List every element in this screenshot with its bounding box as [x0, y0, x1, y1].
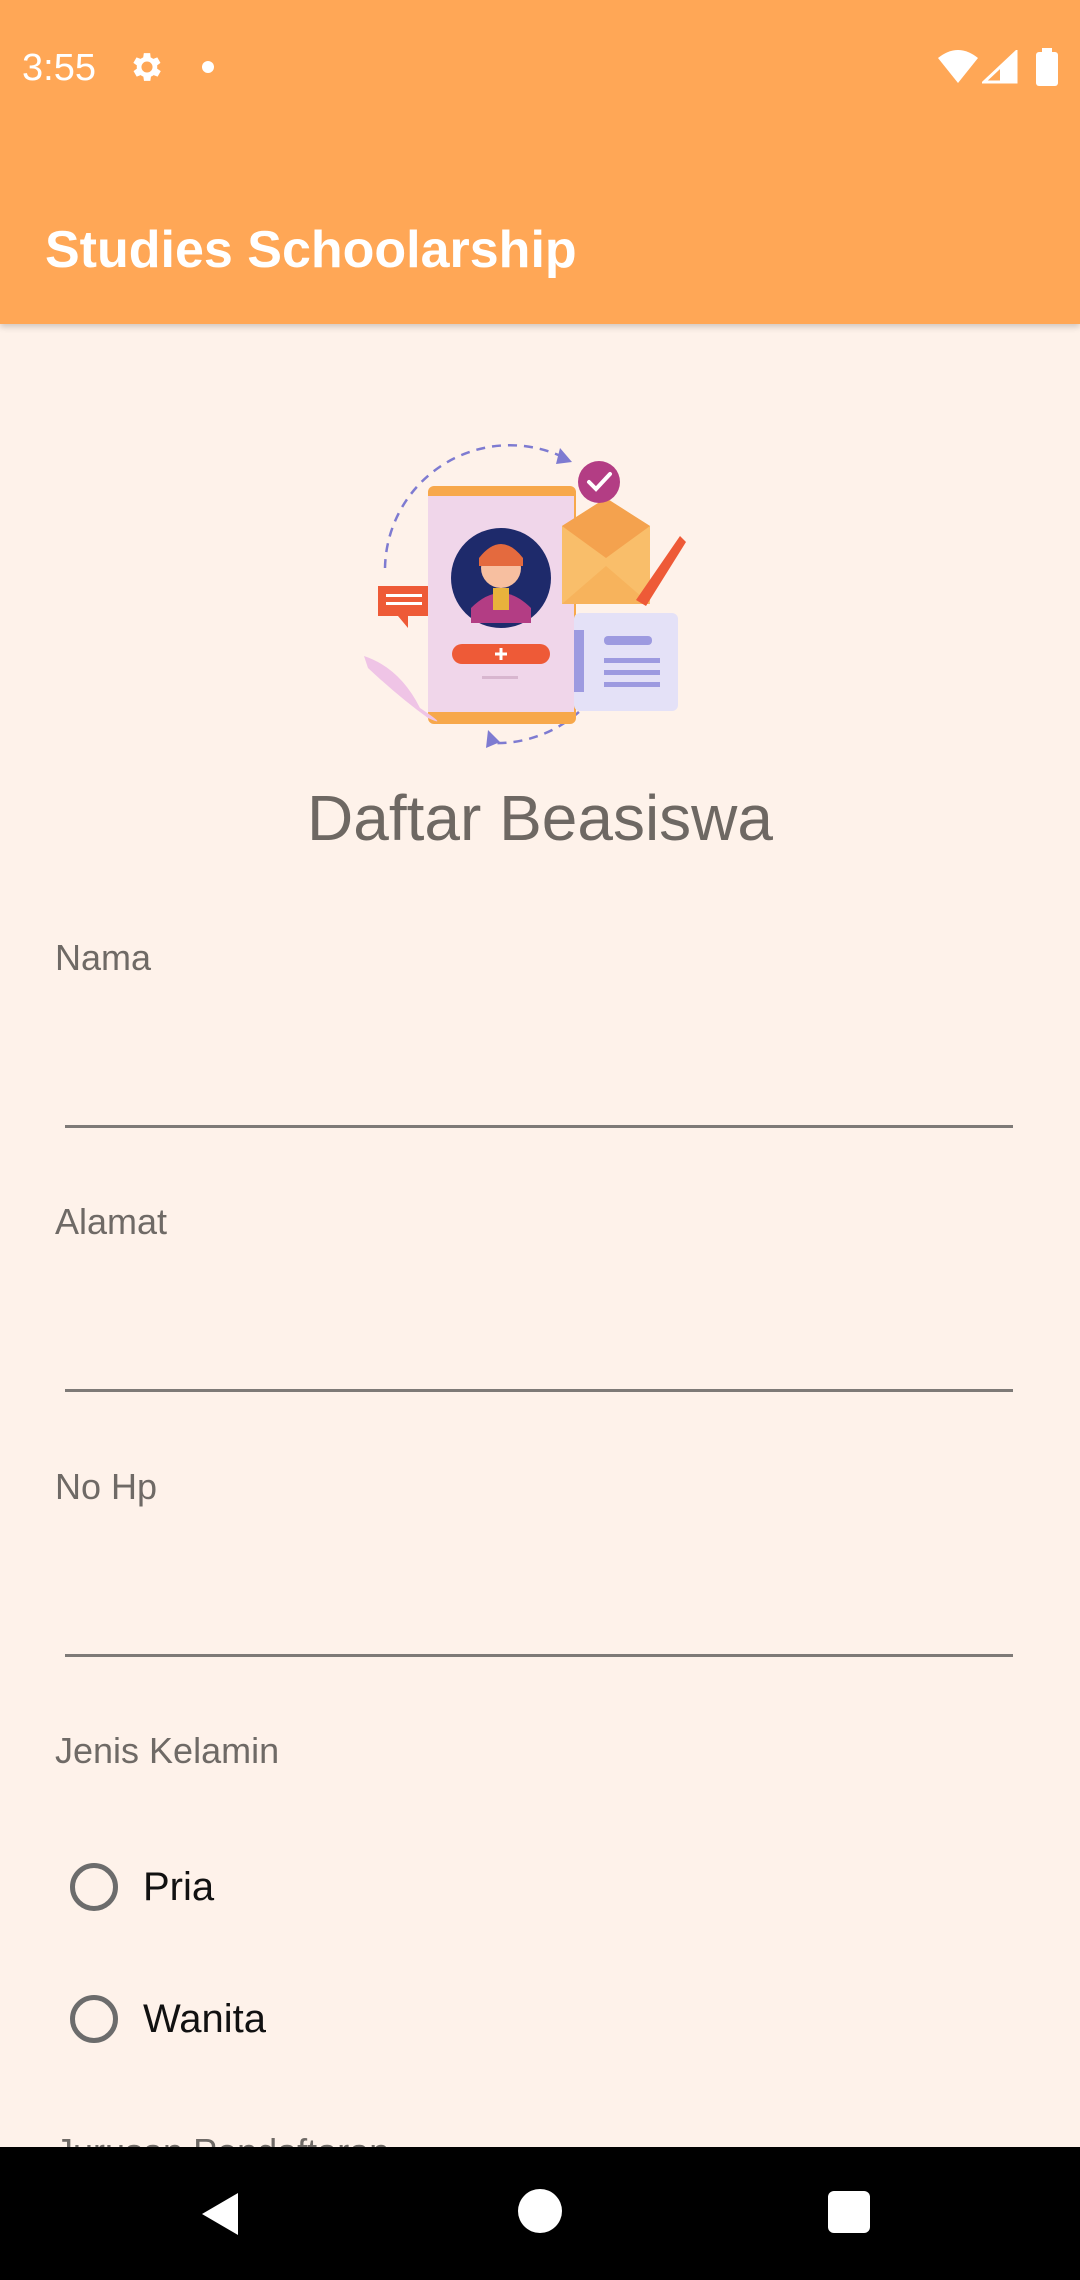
status-time: 3:55	[22, 47, 96, 89]
name-input[interactable]	[65, 1038, 1013, 1128]
phone-label: No Hp	[55, 1466, 158, 1507]
screen: 3:55 Studies Schoolarship Daftar Beasisw…	[0, 0, 1080, 2280]
registration-illustration	[364, 443, 686, 748]
notification-dot-icon	[202, 61, 214, 73]
radio-option-female[interactable]: Wanita	[70, 1984, 266, 2054]
recent-apps-icon[interactable]	[828, 2191, 870, 2233]
page-heading: Daftar Beasiswa	[307, 782, 773, 854]
gear-icon	[133, 53, 161, 81]
radio-option-male[interactable]: Pria	[70, 1852, 214, 1922]
radio-label-male: Pria	[143, 1865, 215, 1909]
back-icon[interactable]	[198, 2189, 248, 2239]
navigation-bar	[0, 2147, 1080, 2280]
signal-icon	[982, 50, 1018, 84]
phone-input[interactable]	[65, 1567, 1013, 1657]
address-input[interactable]	[65, 1302, 1013, 1392]
name-label: Nama	[55, 937, 152, 978]
gender-label: Jenis Kelamin	[55, 1730, 280, 1771]
battery-icon	[1036, 48, 1058, 86]
app-bar: 3:55 Studies Schoolarship	[0, 0, 1080, 324]
radio-label-female: Wanita	[143, 1997, 267, 2041]
app-title: Studies Schoolarship	[45, 221, 577, 279]
wifi-icon	[938, 50, 978, 83]
radio-button-male[interactable]	[70, 1863, 118, 1911]
home-icon[interactable]	[518, 2189, 562, 2233]
address-label: Alamat	[55, 1201, 168, 1242]
status-bar: 3:55	[0, 0, 1080, 135]
radio-button-female[interactable]	[70, 1995, 118, 2043]
